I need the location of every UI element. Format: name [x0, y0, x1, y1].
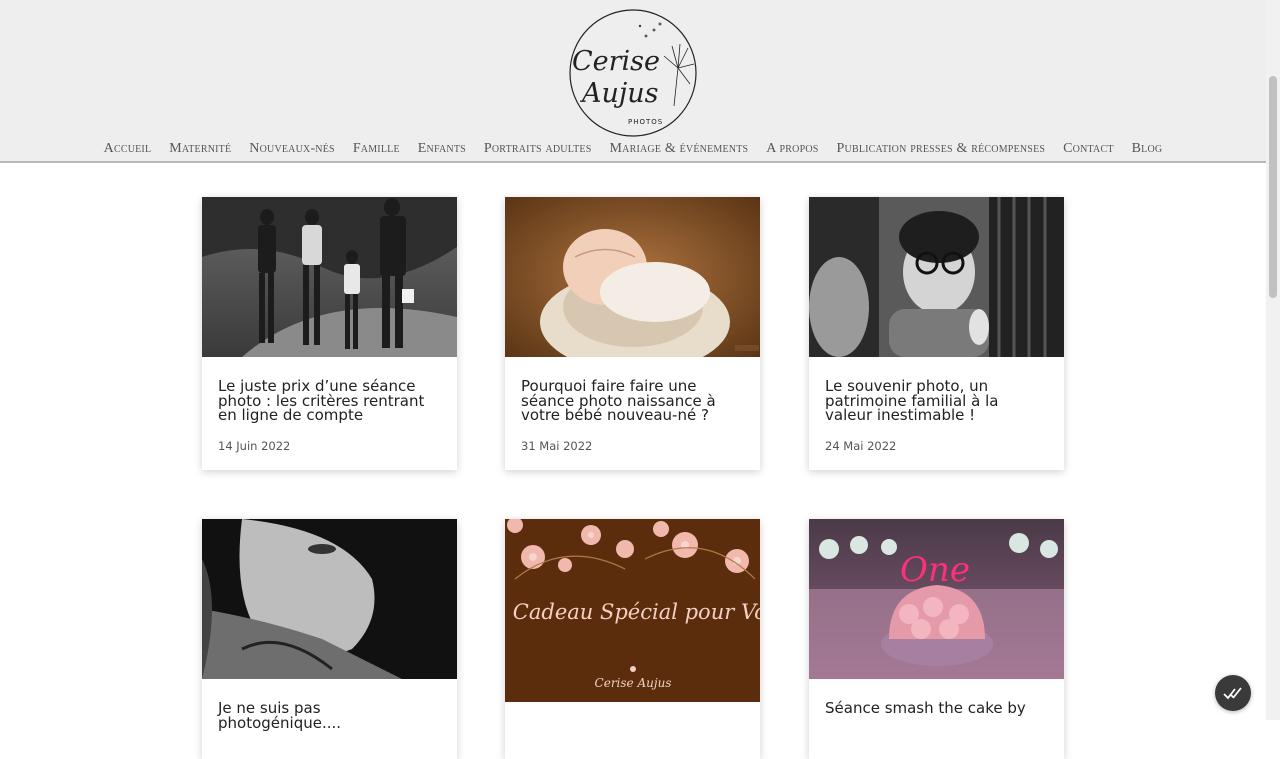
cookie-consent-button[interactable]: [1215, 675, 1251, 711]
nav-item-a-propos[interactable]: A propos: [766, 141, 818, 157]
post-thumbnail[interactable]: [809, 197, 1064, 357]
post-thumbnail[interactable]: Un Cadeau Spécial pour Vous Cerise Aujus: [505, 519, 760, 702]
blog-post-card[interactable]: Le souvenir photo, un patrimoine familia…: [809, 197, 1064, 470]
post-title[interactable]: Le souvenir photo, un patrimoine familia…: [825, 379, 1048, 423]
post-thumbnail[interactable]: One: [809, 519, 1064, 679]
double-check-icon: [1223, 687, 1242, 700]
post-title[interactable]: Le juste prix d’une séance photo : les c…: [218, 379, 441, 423]
post-title[interactable]: Je ne suis pas photogénique....: [218, 701, 441, 731]
post-thumbnail[interactable]: [505, 197, 760, 357]
blog-post-card[interactable]: Je ne suis pas photogénique....: [202, 519, 457, 759]
nav-item-maternite[interactable]: Maternité: [169, 141, 231, 157]
nav-item-contact[interactable]: Contact: [1063, 141, 1114, 157]
page-scrollbar[interactable]: [1266, 0, 1280, 720]
post-date: 31 Mai 2022: [521, 438, 593, 453]
nav-item-famille[interactable]: Famille: [353, 141, 400, 157]
post-title[interactable]: Pourquoi faire faire une séance photo na…: [521, 379, 744, 423]
site-header: Cerise Aujus PHOTOS Accueil Maternité No…: [0, 0, 1266, 163]
nav-item-blog[interactable]: Blog: [1132, 141, 1163, 157]
nav-item-publications[interactable]: Publication presses & récompenses: [837, 141, 1046, 157]
blog-post-card[interactable]: Un Cadeau Spécial pour Vous Cerise Aujus: [505, 519, 760, 759]
blog-post-card[interactable]: Le juste prix d’une séance photo : les c…: [202, 197, 457, 470]
nav-item-accueil[interactable]: Accueil: [104, 141, 152, 157]
nav-item-enfants[interactable]: Enfants: [418, 141, 466, 157]
blog-post-card[interactable]: One Séance smash the cake by: [809, 519, 1064, 759]
post-date: 24 Mai 2022: [825, 438, 897, 453]
blog-post-card[interactable]: Pourquoi faire faire une séance photo na…: [505, 197, 760, 470]
nav-item-nouveaux-nes[interactable]: Nouveaux-nés: [249, 141, 335, 157]
post-thumbnail[interactable]: [202, 197, 457, 357]
logo-line1: Cerise: [572, 46, 660, 77]
post-date: 14 Juin 2022: [218, 438, 291, 453]
logo-subtitle: PHOTOS: [628, 118, 663, 126]
post-thumbnail[interactable]: [202, 519, 457, 679]
logo-line2: Aujus: [579, 78, 659, 109]
site-logo[interactable]: Cerise Aujus PHOTOS: [566, 6, 700, 140]
promo-text: Un Cadeau Spécial pour Vous: [505, 600, 760, 624]
scrollbar-thumb[interactable]: [1269, 76, 1277, 298]
cake-topper-text: One: [900, 550, 970, 590]
promo-logo: Cerise Aujus: [595, 676, 672, 690]
post-title[interactable]: Séance smash the cake by: [825, 701, 1048, 716]
main-nav: Accueil Maternité Nouveaux-nés Famille E…: [0, 141, 1266, 157]
nav-item-mariage[interactable]: Mariage & événements: [610, 141, 749, 157]
nav-item-portraits-adultes[interactable]: Portraits adultes: [484, 141, 592, 157]
